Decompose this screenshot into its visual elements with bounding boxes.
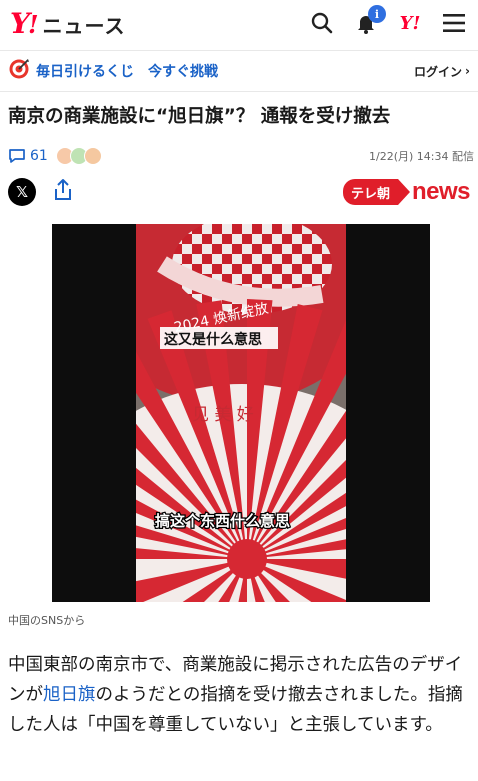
share-row: 𝕏 テレ朝 news — [8, 176, 471, 208]
x-share-button[interactable]: 𝕏 — [8, 178, 36, 206]
login-link[interactable]: ログイン › — [414, 63, 470, 80]
tv-asahi-pill: テレ朝 — [342, 179, 398, 205]
video-overlay-bottom: 搞这个东西什么意思 — [155, 512, 290, 530]
tv-asahi-news-text: news — [411, 178, 471, 205]
comment-link[interactable]: 61 — [8, 148, 48, 164]
login-label: ログイン — [414, 64, 463, 79]
yahoo-news-logo[interactable]: Y ! ニュース — [10, 7, 126, 40]
logo-news-text: ニュース — [42, 13, 126, 38]
lottery-cta[interactable]: 今すぐ挑戦 — [148, 61, 218, 81]
yahoo-top-icon[interactable]: Y! — [396, 9, 424, 37]
article-image[interactable]: 2024 焕新绽放 见 美 好 这又是什么意思 搞这个东西什么意思 — [52, 224, 430, 602]
comment-icon — [9, 149, 25, 163]
header-actions: i Y! — [308, 5, 468, 37]
article-photo: 2024 焕新绽放 见 美 好 这又是什么意思 搞这个东西什么意思 — [52, 224, 430, 602]
notification-bell-icon[interactable]: i — [352, 5, 386, 37]
share-icon[interactable] — [52, 178, 74, 206]
logo-exclamation: ! — [28, 9, 39, 39]
lottery-label: 毎日引けるくじ — [36, 64, 134, 80]
video-overlay-top: 这又是什么意思 — [164, 331, 262, 348]
tv-asahi-arrow — [397, 179, 410, 205]
chevron-right-icon: › — [465, 64, 470, 78]
publish-date: 1/22(月) 14:34 配信 — [369, 150, 474, 163]
article-meta: 61 1/22(月) 14:34 配信 — [8, 142, 474, 170]
article-body: 中国東部の南京市で、商業施設に掲示された広告のデザインが旭日旗のようだとの指摘を… — [8, 650, 474, 740]
image-caption: 中国のSNSから — [8, 614, 86, 627]
app-header: Y ! ニュース i Y! — [0, 0, 478, 46]
comment-count: 61 — [30, 148, 48, 164]
search-icon[interactable] — [308, 9, 336, 37]
article-title: 南京の商業施設に“旭日旗”？ 通報を受け撤去 — [8, 106, 391, 127]
yahoo-mini-logo: Y! — [399, 12, 421, 34]
notification-badge: i — [368, 5, 386, 23]
rising-sun-flag-link[interactable]: 旭日旗 — [43, 685, 96, 705]
lottery-banner[interactable]: 毎日引けるくじ 今すぐ挑戦 ログイン › — [0, 50, 478, 92]
reaction-faces[interactable] — [55, 147, 102, 165]
logo-y: Y — [10, 6, 30, 40]
sign-text-middle: 见 美 好 — [192, 405, 254, 425]
menu-icon[interactable] — [440, 9, 468, 37]
reaction-face-icon — [83, 147, 102, 165]
tv-asahi-news-logo[interactable]: テレ朝 news — [342, 178, 471, 206]
target-icon — [8, 58, 30, 84]
